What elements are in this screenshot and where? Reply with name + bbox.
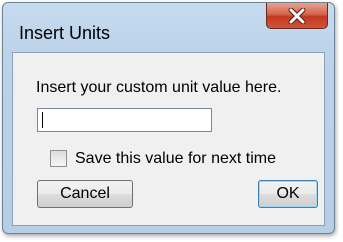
dialog-content: Insert your custom unit value here. Save… xyxy=(12,52,325,226)
close-button[interactable] xyxy=(266,3,328,29)
title-bar[interactable]: Insert Units xyxy=(3,3,334,51)
prompt-label: Insert your custom unit value here. xyxy=(36,79,282,96)
cancel-button[interactable]: Cancel xyxy=(37,180,133,208)
ok-button[interactable]: OK xyxy=(258,180,318,208)
text-caret xyxy=(42,112,43,128)
unit-value-input[interactable] xyxy=(37,108,212,132)
close-icon xyxy=(288,7,306,24)
save-value-checkbox[interactable] xyxy=(50,150,67,167)
save-value-label[interactable]: Save this value for next time xyxy=(75,150,276,168)
dialog-title: Insert Units xyxy=(19,23,111,43)
insert-units-dialog: Insert Units Insert your custom unit val… xyxy=(2,2,335,234)
